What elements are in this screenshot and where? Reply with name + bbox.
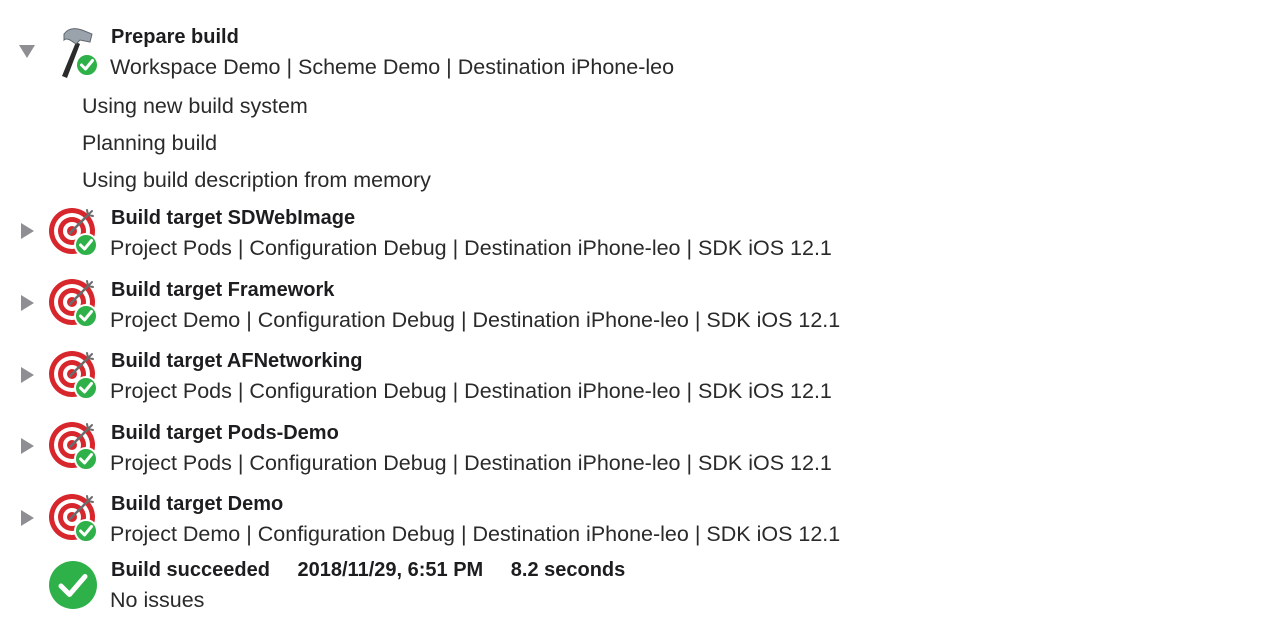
prepare-build-subtitle: Workspace Demo | Scheme Demo | Destinati… — [110, 55, 675, 79]
build-target-subtitle: Project Demo | Configuration Debug | Des… — [110, 308, 841, 332]
disclosure-triangle-collapsed-icon[interactable] — [18, 437, 36, 455]
disclosure-triangle-collapsed-icon[interactable] — [18, 509, 36, 527]
target-icon — [48, 493, 100, 545]
target-icon — [48, 207, 100, 259]
build-status: Build succeeded — [111, 559, 270, 581]
target-icon — [48, 421, 100, 473]
build-log: Prepare build Workspace Demo | Scheme De… — [0, 0, 1278, 636]
build-target-title: Build target Pods-Demo — [111, 422, 339, 444]
hammer-icon — [48, 24, 100, 78]
log-message: Using new build system — [82, 94, 308, 118]
build-issues: No issues — [110, 588, 205, 612]
build-target-title: Build target Framework — [111, 279, 335, 301]
build-target-subtitle: Project Demo | Configuration Debug | Des… — [110, 522, 841, 546]
build-duration: 8.2 seconds — [510, 559, 626, 581]
build-timestamp: 2018/11/29, 6:51 PM — [297, 559, 484, 581]
disclosure-triangle-expanded-icon[interactable] — [18, 42, 36, 60]
build-target-title: Build target SDWebImage — [111, 207, 356, 229]
log-message: Planning build — [82, 131, 218, 155]
prepare-build-title: Prepare build — [111, 26, 239, 48]
build-target-subtitle: Project Pods | Configuration Debug | Des… — [110, 451, 832, 475]
disclosure-triangle-collapsed-icon[interactable] — [18, 294, 36, 312]
target-icon — [48, 278, 100, 330]
checkmark-circle-icon — [48, 559, 100, 611]
build-target-subtitle: Project Pods | Configuration Debug | Des… — [110, 379, 832, 403]
build-target-subtitle: Project Pods | Configuration Debug | Des… — [110, 236, 832, 260]
build-result-line: Build succeeded 2018/11/29, 6:51 PM 8.2 … — [111, 559, 647, 582]
log-message: Using build description from memory — [82, 168, 431, 192]
disclosure-triangle-collapsed-icon[interactable] — [18, 222, 36, 240]
build-target-title: Build target AFNetworking — [111, 350, 363, 372]
target-icon — [48, 350, 100, 402]
disclosure-triangle-collapsed-icon[interactable] — [18, 366, 36, 384]
build-target-title: Build target Demo — [111, 493, 284, 515]
